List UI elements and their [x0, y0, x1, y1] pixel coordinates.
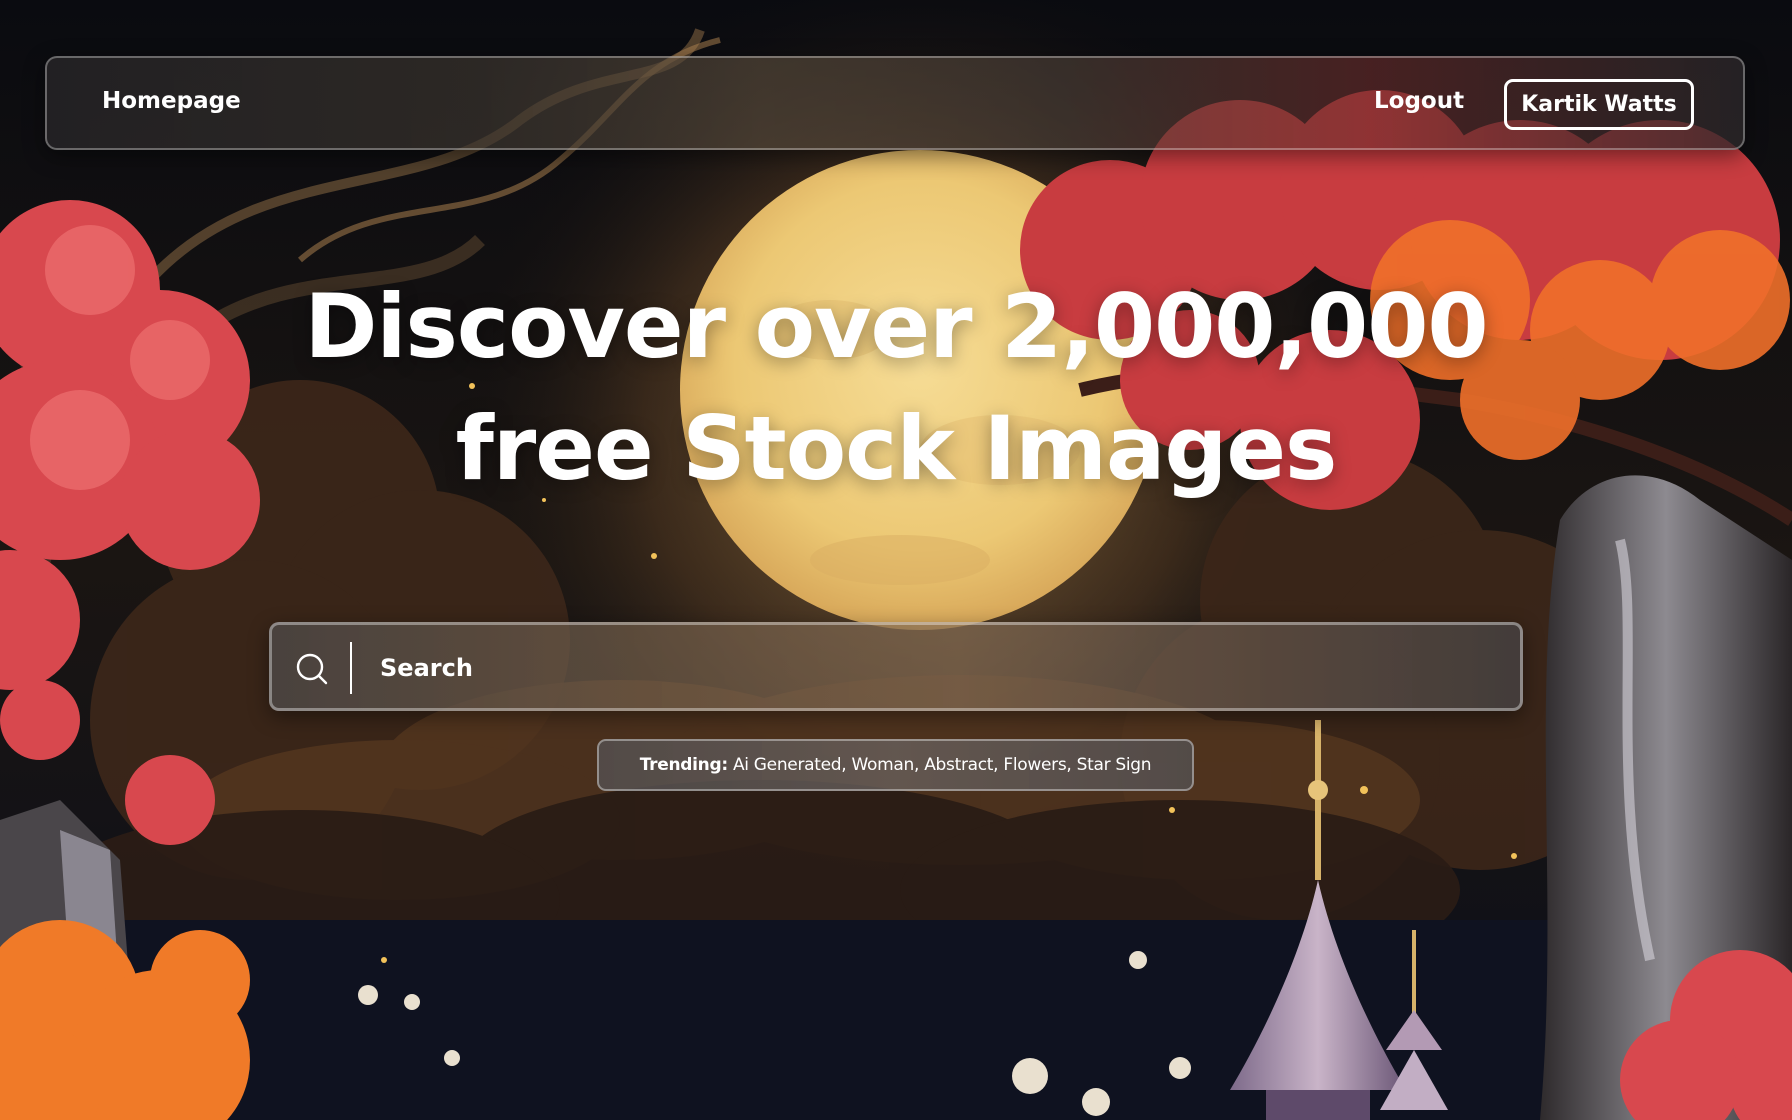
- search-bar: [269, 622, 1523, 711]
- page: Homepage Logout Kartik Watts Discover ov…: [0, 0, 1792, 1120]
- hero-headline: Discover over 2,000,000 free Stock Image…: [196, 266, 1596, 510]
- trending-separator: ,: [913, 755, 925, 775]
- trending-separator: ,: [1066, 755, 1077, 775]
- trending-separator: ,: [993, 755, 1004, 775]
- background-illustration: [0, 0, 1792, 1120]
- search-input[interactable]: [380, 643, 1480, 693]
- hero-headline-line-1: Discover over 2,000,000: [304, 275, 1488, 378]
- hero-headline-line-2: free Stock Images: [455, 397, 1338, 500]
- trending-item-star-sign[interactable]: Star Sign: [1077, 755, 1152, 775]
- trending-item-woman[interactable]: Woman: [852, 755, 915, 775]
- trending-item-flowers[interactable]: Flowers: [1003, 755, 1066, 775]
- user-profile-button[interactable]: Kartik Watts: [1504, 79, 1694, 130]
- trending-item-abstract[interactable]: Abstract: [924, 755, 993, 775]
- trending-bar: Trending: Ai Generated, Woman, Abstract,…: [597, 739, 1194, 791]
- trending-separator: ,: [841, 755, 852, 775]
- search-icon[interactable]: [294, 651, 330, 687]
- trending-item-ai-generated[interactable]: Ai Generated: [733, 755, 842, 775]
- logout-link[interactable]: Logout: [1374, 88, 1464, 114]
- search-divider: [350, 642, 352, 694]
- top-navbar: Homepage Logout Kartik Watts: [45, 56, 1745, 150]
- homepage-link[interactable]: Homepage: [102, 88, 241, 114]
- trending-label: Trending:: [639, 755, 728, 775]
